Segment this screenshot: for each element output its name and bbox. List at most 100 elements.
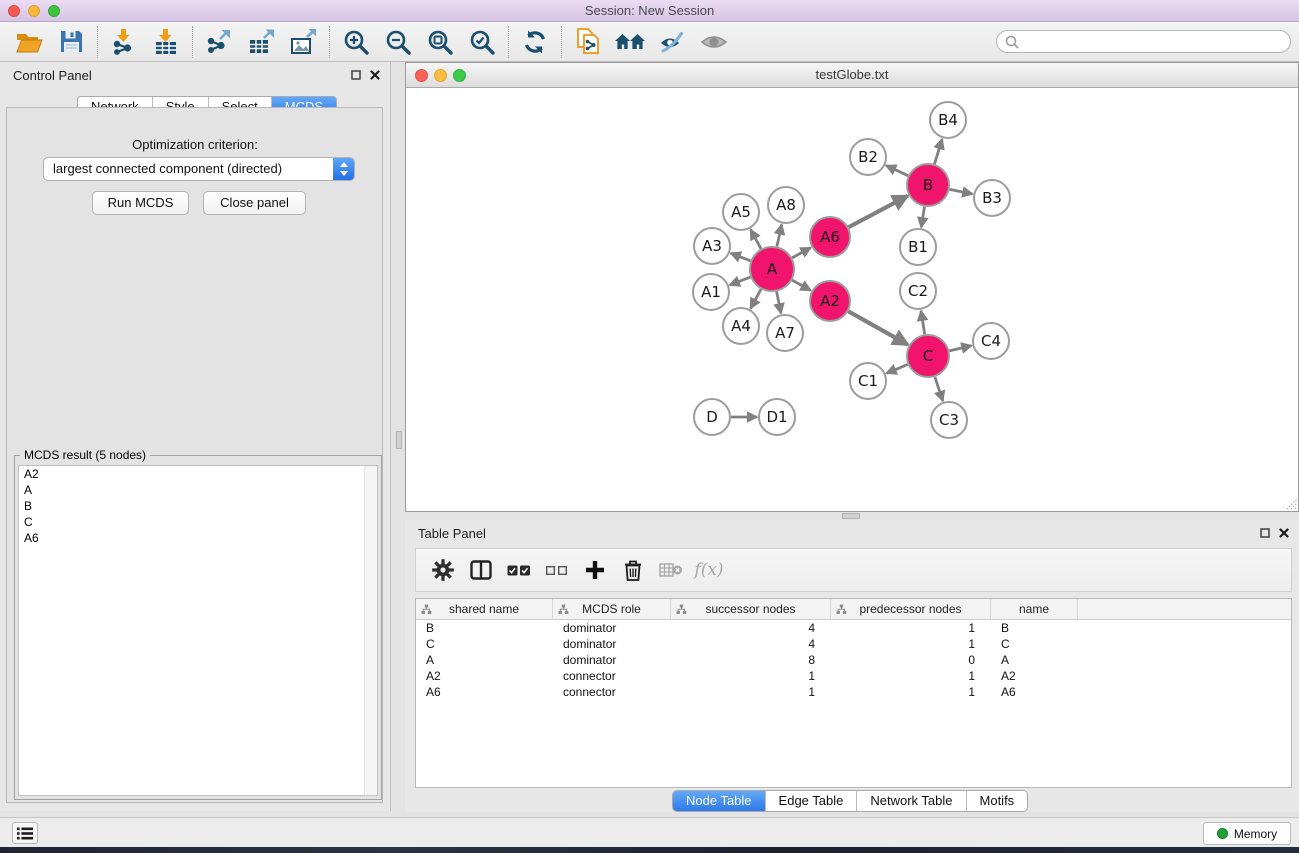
show-column-panel-button[interactable]	[462, 552, 500, 588]
column-header-successor-nodes[interactable]: successor nodes	[671, 599, 831, 619]
node-B[interactable]: B	[907, 164, 949, 206]
export-network-button[interactable]	[198, 25, 240, 59]
node-A[interactable]: A	[750, 247, 794, 291]
close-window-button[interactable]	[415, 69, 428, 82]
node-A8[interactable]: A8	[768, 187, 804, 223]
tab-node-table[interactable]: Node Table	[673, 791, 766, 811]
edge-B-B3[interactable]	[950, 189, 973, 194]
mcds-result-item[interactable]: A2	[19, 466, 377, 482]
create-column-button[interactable]	[576, 552, 614, 588]
edge-B-B1[interactable]	[921, 207, 924, 228]
delete-table-button[interactable]	[652, 552, 690, 588]
maximize-window-button[interactable]	[453, 69, 466, 82]
select-stepper[interactable]	[333, 158, 354, 180]
edge-A-A1[interactable]	[730, 277, 751, 285]
edge-A-A5[interactable]	[751, 230, 761, 249]
close-window-button[interactable]	[8, 5, 20, 17]
close-panel-button[interactable]: Close panel	[203, 191, 306, 215]
home-button[interactable]	[609, 25, 651, 59]
zoom-fit-button[interactable]	[419, 25, 461, 59]
column-header-predecessor-nodes[interactable]: predecessor nodes	[831, 599, 991, 619]
refresh-layout-button[interactable]	[514, 25, 556, 59]
column-header-name[interactable]: name	[991, 599, 1078, 619]
node-B1[interactable]: B1	[900, 229, 936, 265]
edge-A-A2[interactable]	[792, 280, 811, 290]
import-network-button[interactable]	[103, 25, 145, 59]
edge-A2-C[interactable]	[848, 311, 908, 344]
edge-C-C4[interactable]	[949, 346, 971, 351]
toolbar-search[interactable]	[996, 30, 1291, 53]
select-all-columns-button[interactable]	[500, 552, 538, 588]
node-A5[interactable]: A5	[723, 194, 759, 230]
splitter-handle-vertical[interactable]	[396, 431, 402, 449]
minimize-window-button[interactable]	[28, 5, 40, 17]
table-row[interactable]: A6connector11A6	[416, 684, 1291, 700]
node-table[interactable]: shared nameMCDS rolesuccessor nodesprede…	[415, 598, 1292, 788]
column-header-shared-name[interactable]: shared name	[416, 599, 553, 619]
export-table-button[interactable]	[240, 25, 282, 59]
tab-network-table[interactable]: Network Table	[857, 791, 966, 811]
edge-A-A8[interactable]	[777, 225, 782, 247]
node-C3[interactable]: C3	[931, 402, 967, 438]
float-panel-icon[interactable]	[1260, 528, 1270, 538]
zoom-in-button[interactable]	[335, 25, 377, 59]
edge-A6-B[interactable]	[849, 196, 908, 227]
node-C4[interactable]: C4	[973, 323, 1009, 359]
float-panel-icon[interactable]	[351, 70, 361, 80]
node-B4[interactable]: B4	[930, 102, 966, 138]
node-C2[interactable]: C2	[900, 273, 936, 309]
close-panel-icon[interactable]	[370, 70, 380, 80]
table-row[interactable]: Cdominator41C	[416, 636, 1291, 652]
task-history-button[interactable]	[12, 822, 38, 844]
new-network-from-selection-button[interactable]	[567, 25, 609, 59]
tab-edge-table[interactable]: Edge Table	[766, 791, 858, 811]
zoom-selected-button[interactable]	[461, 25, 503, 59]
table-settings-button[interactable]	[424, 552, 462, 588]
tab-motifs[interactable]: Motifs	[967, 791, 1028, 811]
mcds-result-item[interactable]: A	[19, 482, 377, 498]
edge-C-C1[interactable]	[887, 365, 908, 374]
edge-A-A6[interactable]	[792, 248, 811, 258]
node-C1[interactable]: C1	[850, 363, 886, 399]
edge-A-A7[interactable]	[777, 292, 781, 314]
edge-C-C3[interactable]	[935, 377, 943, 401]
splitter-handle-horizontal[interactable]	[842, 513, 860, 519]
import-table-button[interactable]	[145, 25, 187, 59]
node-A3[interactable]: A3	[694, 228, 730, 264]
node-A2[interactable]: A2	[810, 281, 850, 321]
run-mcds-button[interactable]: Run MCDS	[92, 191, 189, 215]
show-graphics-details-button[interactable]	[693, 25, 735, 59]
edge-A-A3[interactable]	[731, 253, 751, 261]
hide-graphics-details-button[interactable]	[651, 25, 693, 59]
minimize-window-button[interactable]	[434, 69, 447, 82]
mcds-result-list[interactable]: A2ABCA6	[18, 465, 378, 796]
table-row[interactable]: Bdominator41B	[416, 620, 1291, 636]
node-D1[interactable]: D1	[759, 399, 795, 435]
resize-grip-icon[interactable]	[1285, 497, 1297, 509]
table-row[interactable]: A2connector11A2	[416, 668, 1291, 684]
mcds-result-item[interactable]: A6	[19, 530, 377, 546]
function-builder-button[interactable]: f(x)	[690, 552, 728, 588]
optimization-criterion-select[interactable]: largest connected component (directed)	[43, 157, 355, 181]
memory-button[interactable]: Memory	[1203, 822, 1291, 845]
edge-B-B4[interactable]	[935, 139, 943, 164]
edge-A-A4[interactable]	[751, 289, 761, 308]
list-scrollbar-track[interactable]	[364, 466, 377, 795]
search-input[interactable]	[1024, 35, 1282, 49]
zoom-out-button[interactable]	[377, 25, 419, 59]
close-panel-icon[interactable]	[1279, 528, 1289, 538]
node-B3[interactable]: B3	[974, 180, 1010, 216]
node-B2[interactable]: B2	[850, 139, 886, 175]
edge-B-B2[interactable]	[886, 166, 908, 176]
node-A4[interactable]: A4	[723, 308, 759, 344]
maximize-window-button[interactable]	[48, 5, 60, 17]
node-C[interactable]: C	[907, 335, 949, 377]
node-A6[interactable]: A6	[810, 217, 850, 257]
delete-column-button[interactable]	[614, 552, 652, 588]
save-session-button[interactable]	[50, 25, 92, 59]
node-A1[interactable]: A1	[693, 274, 729, 310]
unselect-all-columns-button[interactable]	[538, 552, 576, 588]
export-image-button[interactable]	[282, 25, 324, 59]
table-row[interactable]: Adominator80A	[416, 652, 1291, 668]
node-A7[interactable]: A7	[767, 315, 803, 351]
